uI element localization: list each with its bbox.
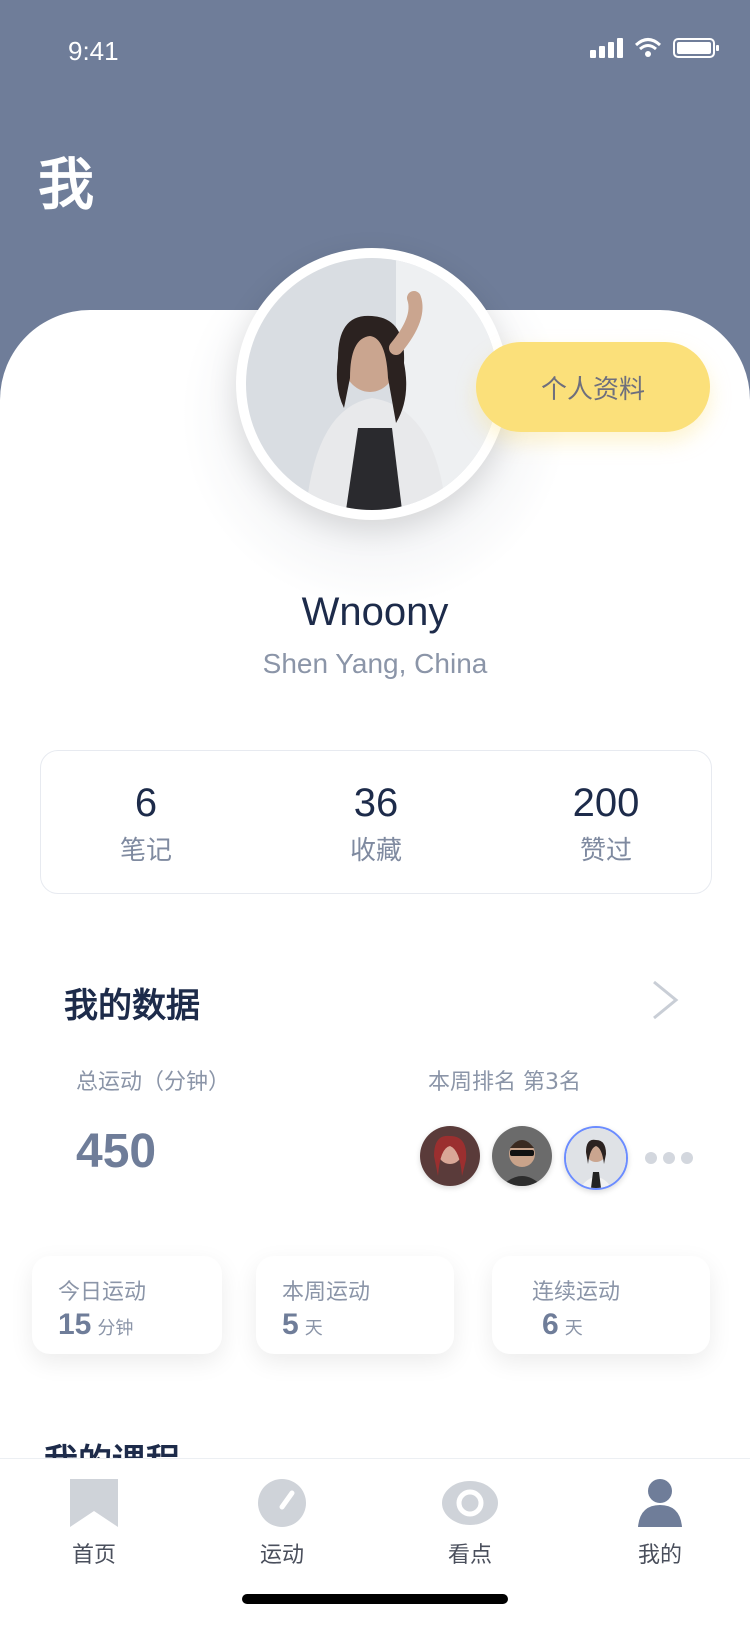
rank-avatar-2[interactable] — [492, 1126, 552, 1186]
today-exercise-value: 15 — [58, 1308, 92, 1341]
tab-watch[interactable]: 看点 — [400, 1477, 540, 1597]
status-time: 9:41 — [68, 36, 119, 66]
streak-exercise-value-row: 6天 — [542, 1308, 583, 1342]
streak-exercise-unit: 天 — [564, 1318, 583, 1338]
rank-avatar-1[interactable] — [420, 1126, 480, 1186]
today-exercise-unit: 分钟 — [97, 1318, 134, 1338]
weekly-rank-label: 本周排名 第3名 — [428, 1070, 581, 1095]
tab-home-label: 首页 — [71, 1543, 116, 1568]
week-exercise-unit: 天 — [304, 1318, 323, 1338]
week-exercise-card[interactable]: 本周运动 5天 — [256, 1256, 454, 1354]
week-exercise-value: 5 — [282, 1308, 299, 1341]
today-exercise-value-row: 15 分钟 — [58, 1308, 133, 1342]
week-exercise-value-row: 5天 — [282, 1308, 323, 1342]
week-exercise-label: 本周运动 — [282, 1280, 371, 1305]
streak-exercise-card[interactable]: 连续运动 6天 — [492, 1256, 710, 1354]
user-name: Wnoony — [301, 590, 449, 634]
stat-liked-value: 200 — [572, 781, 640, 825]
stat-liked-label: 赞过 — [579, 836, 632, 866]
page-title: 我 — [38, 153, 94, 218]
stat-favorites-label: 收藏 — [349, 836, 402, 866]
signal-icon — [590, 38, 623, 58]
battery-icon — [673, 38, 719, 58]
tab-me[interactable]: 我的 — [590, 1477, 730, 1597]
stat-notes-value: 6 — [134, 781, 158, 825]
stat-liked[interactable]: 200 赞过 — [521, 781, 691, 867]
streak-exercise-value: 6 — [542, 1308, 559, 1341]
total-exercise-label: 总运动（分钟） — [76, 1070, 231, 1095]
user-location: Shen Yang, China — [262, 648, 488, 679]
more-icon[interactable] — [644, 1150, 694, 1169]
today-exercise-card[interactable]: 今日运动 15 分钟 — [32, 1256, 222, 1354]
eye-icon — [442, 1481, 498, 1525]
tab-exercise[interactable]: 运动 — [212, 1477, 352, 1597]
tab-exercise-label: 运动 — [259, 1543, 304, 1568]
dashboard-icon — [258, 1479, 306, 1527]
wifi-icon — [634, 38, 662, 57]
stat-favorites[interactable]: 36 收藏 — [291, 781, 461, 867]
total-exercise-value: 450 — [76, 1125, 157, 1178]
rank-avatar-3[interactable] — [564, 1126, 628, 1190]
stat-favorites-value: 36 — [353, 781, 399, 825]
tab-me-label: 我的 — [637, 1543, 682, 1568]
user-icon — [638, 1479, 682, 1527]
today-exercise-label: 今日运动 — [58, 1280, 147, 1305]
stats-card: 6 笔记 36 收藏 200 赞过 — [40, 750, 712, 894]
stat-notes-label: 笔记 — [119, 836, 172, 866]
tab-watch-label: 看点 — [447, 1543, 492, 1568]
profile-info-button[interactable]: 个人资料 — [476, 342, 710, 432]
avatar[interactable] — [236, 248, 508, 520]
my-data-title: 我的数据 — [64, 986, 200, 1026]
chevron-right-icon[interactable] — [650, 978, 682, 1026]
stat-notes[interactable]: 6 笔记 — [61, 781, 231, 867]
tab-home[interactable]: 首页 — [24, 1477, 164, 1597]
home-indicator — [242, 1594, 508, 1604]
streak-exercise-label: 连续运动 — [532, 1280, 621, 1305]
bookmark-icon — [70, 1479, 118, 1527]
status-icons — [590, 34, 722, 66]
